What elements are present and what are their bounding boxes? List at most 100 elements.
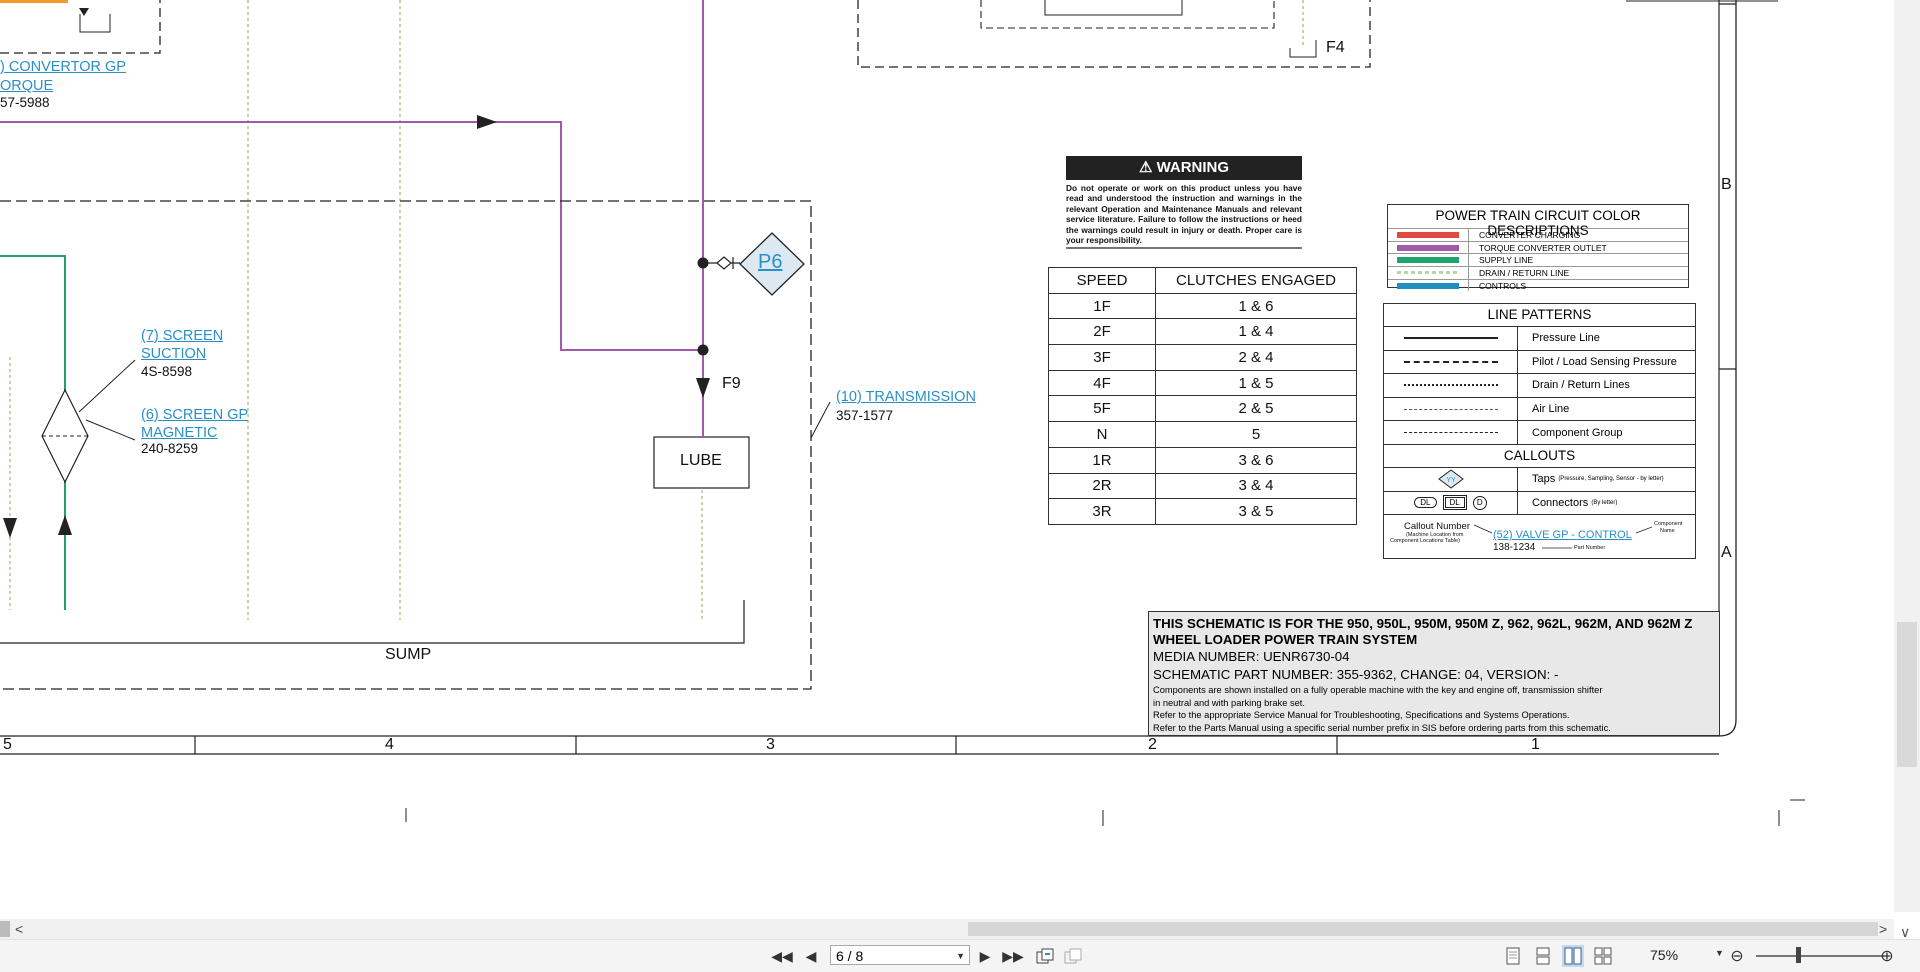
- tap-glyph: YY: [1446, 477, 1456, 484]
- horizontal-scrollbar[interactable]: < >: [0, 919, 1894, 939]
- legend-row: Component Group: [1384, 421, 1695, 445]
- pattern-sample: [1403, 360, 1498, 363]
- note-line: Components are shown installed on a full…: [1153, 685, 1603, 695]
- clutch-cell: 1 & 4: [1155, 318, 1357, 346]
- table-row: 4F 1 & 5: [1048, 369, 1357, 397]
- accent-tab: [0, 0, 68, 3]
- clutch-cell: 1 & 5: [1155, 369, 1357, 397]
- color-swatch: [1397, 271, 1459, 275]
- single-page-view-icon[interactable]: [1502, 945, 1524, 967]
- convertor-part-number: 57-5988: [0, 95, 50, 110]
- callout-leader-arrows: [1473, 524, 1653, 549]
- transmission-callout-link[interactable]: (10) TRANSMISSION: [836, 389, 976, 405]
- clutch-cell: 3 & 5: [1155, 498, 1357, 525]
- lube-label: LUBE: [680, 452, 722, 469]
- page-indicator: 6 / 8: [836, 948, 864, 964]
- clutch-cell: 5: [1155, 421, 1357, 448]
- horizontal-scroll-thumb[interactable]: [968, 922, 1878, 936]
- convertor-callout-link[interactable]: ) CONVERTOR GP: [0, 59, 126, 75]
- viewer-status-bar: ◀◀ ◀ 6 / 8 ▼ ▶ ▶▶ 75% ▼ ⊖ ⊕: [0, 939, 1920, 972]
- vertical-scrollbar[interactable]: ∨: [1894, 0, 1920, 940]
- vertical-scroll-thumb[interactable]: [1897, 622, 1917, 767]
- convertor-callout-link-2[interactable]: ORQUE: [0, 78, 53, 94]
- page-selector[interactable]: 6 / 8 ▼: [830, 945, 970, 965]
- clutch-cell: 2 & 5: [1155, 395, 1357, 423]
- connectors-label: Connectors: [1532, 496, 1589, 509]
- screen-magnetic-link[interactable]: (6) SCREEN GP: [141, 407, 248, 423]
- taps-label: Taps: [1532, 473, 1556, 486]
- pattern-sample: [1403, 384, 1498, 387]
- junction-dot: [697, 344, 709, 356]
- column-number: 2: [1148, 736, 1157, 753]
- table-header: SPEED: [1048, 267, 1156, 294]
- warning-text: Do not operate or work on this product u…: [1066, 183, 1302, 246]
- zoom-slider-track[interactable]: [1756, 955, 1884, 957]
- zoom-out-icon[interactable]: ⊖: [1726, 946, 1748, 966]
- table-row: 1F 1 & 6: [1048, 292, 1357, 320]
- callout-example: Callout Number (Machine Location from Co…: [1384, 515, 1695, 557]
- warning-box: ⚠ WARNING Do not operate or work on this…: [1066, 156, 1302, 248]
- next-view-icon[interactable]: [1062, 946, 1084, 966]
- torque-converter-outlet-line: [0, 121, 703, 351]
- legend-row: DL DL D Connectors (By letter): [1384, 491, 1695, 516]
- speed-cell: 1F: [1048, 292, 1156, 320]
- previous-page-icon[interactable]: ◀: [800, 946, 822, 966]
- clutch-cell: 2 & 4: [1155, 344, 1357, 371]
- table-row: 3F 2 & 4: [1048, 344, 1357, 371]
- speed-cell: 4F: [1048, 369, 1156, 397]
- connector-oval-icon: DL: [1414, 497, 1437, 509]
- legend-row: TORQUE CONVERTER OUTLET: [1388, 240, 1688, 254]
- screen-leader-line: [78, 359, 136, 413]
- flow-arrow: [3, 518, 17, 538]
- legend-label: CONVERTER CHARGING: [1479, 229, 1581, 240]
- table-row: 3R 3 & 5: [1048, 498, 1357, 525]
- flow-arrow: [696, 378, 710, 398]
- legend-label: SUPPLY LINE: [1479, 255, 1534, 266]
- last-page-icon[interactable]: ▶▶: [1002, 946, 1024, 966]
- two-page-continuous-view-icon[interactable]: [1592, 945, 1614, 967]
- table-row: 5F 2 & 5: [1048, 395, 1357, 423]
- speed-clutch-table: SPEED CLUTCHES ENGAGED 1F 1 & 6 2F 1 & 4 3…: [1048, 267, 1357, 525]
- screen-suction-link[interactable]: (7) SCREEN: [141, 328, 223, 344]
- scroll-right-icon[interactable]: >: [1879, 919, 1887, 939]
- legend-row: DRAIN / RETURN LINE: [1388, 266, 1688, 279]
- title-line-2: WHEEL LOADER POWER TRAIN SYSTEM: [1153, 632, 1418, 647]
- speed-cell: 3R: [1048, 498, 1156, 525]
- column-number: 4: [385, 736, 394, 753]
- zoom-slider-thumb[interactable]: [1796, 947, 1801, 963]
- warning-header: ⚠ WARNING: [1066, 156, 1302, 180]
- previous-view-icon[interactable]: [1034, 946, 1056, 966]
- title-line-1: THIS SCHEMATIC IS FOR THE 950, 950L, 950…: [1153, 616, 1693, 631]
- zoom-level[interactable]: 75%: [1650, 947, 1678, 963]
- speed-cell: 3F: [1048, 344, 1156, 371]
- document-viewport[interactable]: ) CONVERTOR GP ORQUE 57-5988 (7) SCREEN …: [0, 0, 1894, 912]
- component-group-border: [980, 0, 1275, 29]
- table-row: N5: [1048, 421, 1357, 448]
- screen-suction-link-2[interactable]: SUCTION: [141, 346, 206, 362]
- continuous-view-icon[interactable]: [1532, 945, 1554, 967]
- note-line: Refer to the Parts Manual using a specif…: [1153, 722, 1611, 733]
- pattern-label: Air Line: [1532, 403, 1570, 416]
- speed-cell: 5F: [1048, 395, 1156, 423]
- first-page-icon[interactable]: ◀◀: [771, 946, 793, 966]
- speed-cell: 2F: [1048, 318, 1156, 346]
- column-number: 3: [766, 736, 775, 753]
- clutch-cell: 3 & 4: [1155, 472, 1357, 500]
- speed-cell: 2R: [1048, 472, 1156, 500]
- callouts-title: CALLOUTS: [1384, 445, 1695, 468]
- pattern-sample: [1403, 408, 1498, 410]
- table-row: 1R 3 & 6: [1048, 446, 1357, 474]
- zoom-in-icon[interactable]: ⊕: [1876, 946, 1898, 966]
- line-patterns-legend: LINE PATTERNS Pressure Line Pilot / Load…: [1383, 303, 1696, 559]
- pattern-label: Component Group: [1532, 426, 1623, 439]
- two-page-view-icon[interactable]: [1562, 945, 1584, 967]
- screen-magnetic-link-2[interactable]: MAGNETIC: [141, 425, 218, 441]
- legend-row: YY Taps (Pressure, Sampling, Sensor - by…: [1384, 467, 1695, 492]
- next-page-icon[interactable]: ▶: [974, 946, 996, 966]
- tap-p6-link[interactable]: P6: [758, 251, 782, 274]
- zoom-dropdown-icon[interactable]: ▼: [1715, 948, 1724, 958]
- sump-label: SUMP: [385, 646, 432, 663]
- scroll-left-icon[interactable]: <: [15, 919, 23, 939]
- pattern-label: Pressure Line: [1532, 332, 1600, 345]
- connectors-note: (By letter): [1591, 499, 1618, 506]
